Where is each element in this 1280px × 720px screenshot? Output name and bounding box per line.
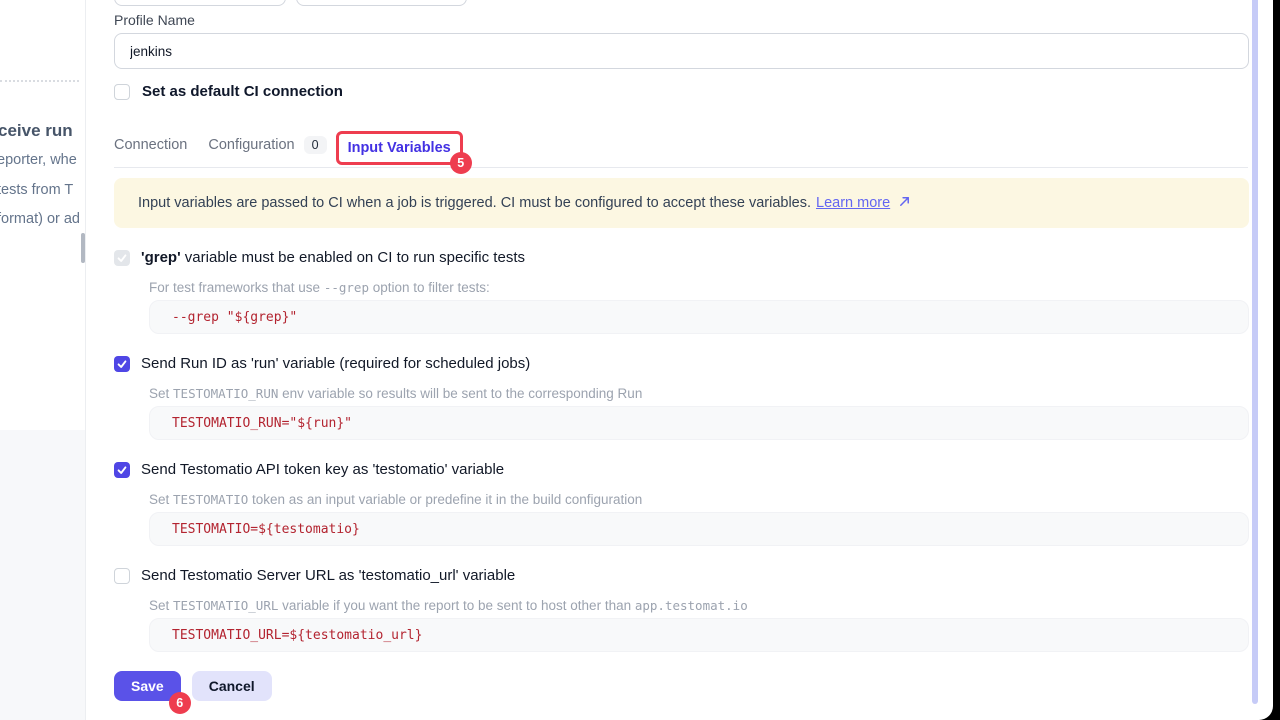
save-button[interactable]: Save 6 <box>114 671 181 701</box>
annotation-badge-6: 6 <box>169 692 191 714</box>
input-variable-section: Send Run ID as 'run' variable (required … <box>114 355 1248 440</box>
info-banner: Input variables are passed to CI when a … <box>114 178 1249 228</box>
learn-more-link[interactable]: Learn more <box>816 195 890 211</box>
variable-code-block: --grep "${grep}" <box>149 300 1249 334</box>
variable-label: Send Testomatio API token key as 'testom… <box>141 461 504 478</box>
input-variable-section: 'grep' variable must be enabled on CI to… <box>114 249 1248 334</box>
cutoff-field-1[interactable] <box>114 0 286 6</box>
ci-connection-panel: Profile Name Set as default CI connectio… <box>85 0 1253 720</box>
variable-checkbox[interactable] <box>114 250 130 266</box>
cutoff-field-2[interactable] <box>296 0 467 6</box>
background-text-fragment: format) or ad <box>0 211 80 227</box>
variable-helper-text: Set TESTOMATIO token as an input variabl… <box>114 492 1248 507</box>
variable-code-block: TESTOMATIO_RUN="${run}" <box>149 406 1249 440</box>
panel-scrollbar-thumb[interactable] <box>1252 0 1258 704</box>
variable-checkbox[interactable] <box>114 462 130 478</box>
annotation-badge-5: 5 <box>450 152 472 174</box>
variable-helper-text: Set TESTOMATIO_RUN env variable so resul… <box>114 386 1248 401</box>
variable-code: TESTOMATIO=${testomatio} <box>172 522 360 537</box>
variable-helper-text: Set TESTOMATIO_URL variable if you want … <box>114 598 1248 613</box>
variable-code: TESTOMATIO_URL=${testomatio_url} <box>172 628 422 643</box>
dashed-divider <box>0 80 79 82</box>
background-page-strip: ceive run eporter, whe tests from T form… <box>0 0 85 720</box>
app-window: ceive run eporter, whe tests from T form… <box>0 0 1273 720</box>
variable-code-block: TESTOMATIO=${testomatio} <box>149 512 1249 546</box>
input-variables-list: 'grep' variable must be enabled on CI to… <box>114 249 1248 652</box>
cancel-button[interactable]: Cancel <box>192 671 272 701</box>
variable-label: Send Run ID as 'run' variable (required … <box>141 355 530 372</box>
input-variable-section: Send Testomatio Server URL as 'testomati… <box>114 567 1248 652</box>
background-lower-panel <box>0 430 85 720</box>
variable-code: --grep "${grep}" <box>172 310 297 325</box>
variable-code-block: TESTOMATIO_URL=${testomatio_url} <box>149 618 1249 652</box>
variable-code: TESTOMATIO_RUN="${run}" <box>172 416 352 431</box>
input-variable-section: Send Testomatio API token key as 'testom… <box>114 461 1248 546</box>
variable-checkbox[interactable] <box>114 356 130 372</box>
background-text-fragment: tests from T <box>0 182 73 198</box>
info-banner-text: Input variables are passed to CI when a … <box>138 195 811 211</box>
profile-name-label: Profile Name <box>114 12 1248 28</box>
variable-helper-text: For test frameworks that use --grep opti… <box>114 280 1248 295</box>
configuration-count-badge: 0 <box>304 136 327 154</box>
tab-connection[interactable]: Connection <box>114 137 187 153</box>
variable-checkbox[interactable] <box>114 568 130 584</box>
background-heading-fragment: ceive run <box>0 121 73 141</box>
tab-highlight-annotation: Input Variables 5 <box>336 131 463 165</box>
tab-configuration[interactable]: Configuration <box>208 137 294 153</box>
variable-label: 'grep' variable must be enabled on CI to… <box>141 249 525 266</box>
background-text-fragment: eporter, whe <box>0 152 77 168</box>
profile-name-input[interactable] <box>114 33 1249 69</box>
variable-label: Send Testomatio Server URL as 'testomati… <box>141 567 515 584</box>
tab-input-variables[interactable]: Input Variables <box>348 140 451 156</box>
external-link-icon[interactable] <box>898 195 911 212</box>
tab-bar: Connection Configuration 0 Input Variabl… <box>114 122 1248 168</box>
default-ci-checkbox[interactable] <box>114 84 130 100</box>
default-ci-label: Set as default CI connection <box>142 83 343 100</box>
